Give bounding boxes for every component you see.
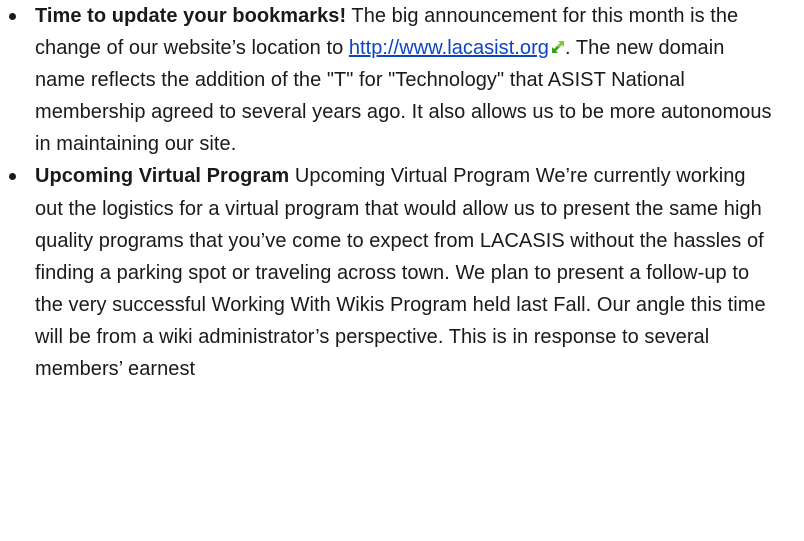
- bullet-icon: [9, 12, 16, 20]
- news-list: Time to update your bookmarks! The big a…: [0, 0, 804, 385]
- article-content: Time to update your bookmarks! The big a…: [0, 0, 804, 385]
- item-text: Upcoming Virtual Program We’re currently…: [35, 165, 766, 381]
- external-link-icon[interactable]: [550, 40, 565, 55]
- list-item: Time to update your bookmarks! The big a…: [0, 0, 775, 160]
- website-link[interactable]: http://www.lacasist.org: [349, 37, 549, 59]
- bullet-icon: [9, 172, 16, 180]
- item-title: Time to update your bookmarks!: [35, 5, 347, 27]
- list-item: Upcoming Virtual Program Upcoming Virtua…: [0, 160, 775, 385]
- item-title: Upcoming Virtual Program: [35, 165, 290, 188]
